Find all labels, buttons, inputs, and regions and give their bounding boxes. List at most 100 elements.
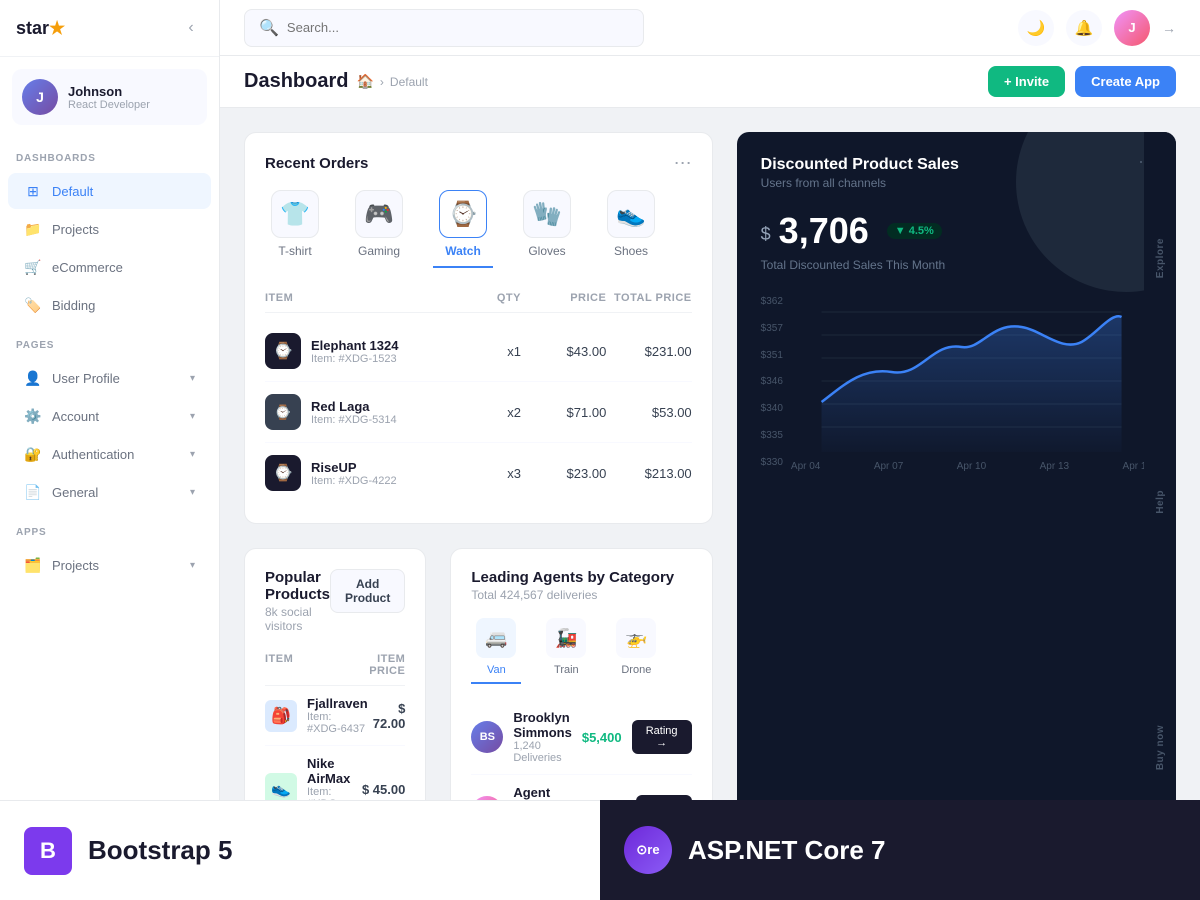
y-label: $346 bbox=[761, 376, 783, 387]
card-menu-icon[interactable]: ⋯ bbox=[674, 153, 692, 174]
folder-icon: 📁 bbox=[24, 220, 42, 238]
col-item-price: ITEM PRICE bbox=[359, 653, 406, 677]
sidebar-item-label: Default bbox=[52, 184, 195, 199]
tab-tshirt[interactable]: 👕 T-shirt bbox=[265, 190, 325, 268]
explore-nav-label[interactable]: Explore bbox=[1155, 230, 1166, 286]
page-header: Dashboard 🏠 › Default + Invite Create Ap… bbox=[220, 56, 1200, 108]
stat-row: $ 3,706 ▼ 4.5% bbox=[761, 210, 1152, 252]
invite-button[interactable]: + Invite bbox=[988, 66, 1065, 97]
sidebar-item-apps-projects[interactable]: 🗂️ Projects ▾ bbox=[8, 547, 211, 583]
chevron-down-icon: ▾ bbox=[190, 373, 195, 384]
promo-overlay: B Bootstrap 5 ⊙re ASP.NET Core 7 bbox=[220, 800, 1200, 900]
search-input[interactable] bbox=[287, 20, 629, 35]
section-label-pages: PAGES bbox=[0, 324, 219, 359]
sidebar-item-user-profile[interactable]: 👤 User Profile ▾ bbox=[8, 360, 211, 396]
col-qty: QTY bbox=[436, 292, 521, 304]
tab-gaming-label: Gaming bbox=[358, 244, 400, 258]
agents-header: Leading Agents by Category Total 424,567… bbox=[471, 569, 691, 602]
item-name: RiseUP bbox=[311, 460, 397, 475]
search-icon: 🔍 bbox=[259, 18, 279, 38]
stat-amount: 3,706 bbox=[779, 210, 869, 252]
user-icon: 👤 bbox=[24, 369, 42, 387]
tab-tshirt-label: T-shirt bbox=[278, 244, 311, 258]
table-row: ⌚ Red Laga Item: #XDG-5314 x2 $71.00 $53… bbox=[265, 382, 692, 443]
tab-train[interactable]: 🚂 Train bbox=[541, 618, 591, 684]
sidebar-item-label: Projects bbox=[52, 222, 195, 237]
vertical-nav: Explore Help Buy now bbox=[1144, 132, 1176, 876]
currency-symbol: $ bbox=[761, 224, 771, 245]
item-qty: x3 bbox=[436, 466, 521, 481]
sidebar-item-label: Authentication bbox=[52, 447, 180, 462]
sidebar-item-label: Account bbox=[52, 409, 180, 424]
notification-button[interactable]: 🔔 bbox=[1066, 10, 1102, 46]
watch-icon: ⌚ bbox=[439, 190, 487, 238]
sidebar: star★ ‹ J Johnson React Developer DASHBO… bbox=[0, 0, 220, 900]
chevron-down-icon: ▾ bbox=[190, 560, 195, 571]
logo-star: ★ bbox=[49, 18, 65, 38]
user-name: Johnson bbox=[68, 84, 150, 99]
arrow-icon[interactable]: → bbox=[1162, 20, 1176, 36]
tab-gloves[interactable]: 🧤 Gloves bbox=[517, 190, 577, 268]
x-axis-labels: Apr 04 Apr 07 Apr 10 Apr 13 Apr 18 bbox=[791, 461, 1152, 472]
create-app-button[interactable]: Create App bbox=[1075, 66, 1176, 97]
main-area: 🔍 🌙 🔔 J → Dashboard 🏠 › Default + Invite… bbox=[220, 0, 1200, 900]
item-details: Elephant 1324 Item: #XDG-1523 bbox=[311, 338, 398, 365]
content-area: Recent Orders ⋯ 👕 T-shirt 🎮 Gaming bbox=[220, 108, 1200, 900]
sidebar-item-general[interactable]: 📄 General ▾ bbox=[8, 474, 211, 510]
table-row: ⌚ RiseUP Item: #XDG-4222 x3 $23.00 $213.… bbox=[265, 443, 692, 503]
sidebar-item-account[interactable]: ⚙️ Account ▾ bbox=[8, 398, 211, 434]
product-name: Fjallraven bbox=[307, 696, 368, 711]
tab-train-label: Train bbox=[554, 664, 579, 676]
rating-button[interactable]: Rating → bbox=[632, 720, 692, 754]
item-price: $71.00 bbox=[521, 405, 606, 420]
agent-avatar: BS bbox=[471, 721, 503, 753]
sidebar-user-card: J Johnson React Developer bbox=[12, 69, 207, 125]
agent-deliveries: 1,240 Deliveries bbox=[513, 740, 572, 764]
item-info: ⌚ RiseUP Item: #XDG-4222 bbox=[265, 455, 436, 491]
item-name: Elephant 1324 bbox=[311, 338, 398, 353]
sidebar-item-authentication[interactable]: 🔐 Authentication ▾ bbox=[8, 436, 211, 472]
item-image: ⌚ bbox=[265, 455, 301, 491]
tab-van-label: Van bbox=[487, 664, 506, 676]
grid-icon: ⊞ bbox=[24, 182, 42, 200]
y-label: $330 bbox=[761, 457, 783, 468]
product-info: 🎒 Fjallraven Item: #XDG-6437 bbox=[265, 696, 368, 735]
tag-icon: 🏷️ bbox=[24, 296, 42, 314]
item-details: Red Laga Item: #XDG-5314 bbox=[311, 399, 397, 426]
lock-icon: 🔐 bbox=[24, 445, 42, 463]
x-label: Apr 07 bbox=[874, 461, 903, 472]
tab-van[interactable]: 🚐 Van bbox=[471, 618, 521, 684]
sidebar-item-label: Bidding bbox=[52, 298, 195, 313]
help-nav-label[interactable]: Help bbox=[1155, 482, 1166, 522]
y-label: $335 bbox=[761, 430, 783, 441]
chart-wrapper: $362 $357 $351 $346 $340 $335 $330 bbox=[761, 292, 1152, 472]
item-qty: x2 bbox=[436, 405, 521, 420]
sidebar-item-default[interactable]: ⊞ Default bbox=[8, 173, 211, 209]
sidebar-item-ecommerce[interactable]: 🛒 eCommerce bbox=[8, 249, 211, 285]
tab-drone[interactable]: 🚁 Drone bbox=[611, 618, 661, 684]
tab-gaming[interactable]: 🎮 Gaming bbox=[349, 190, 409, 268]
section-label-dashboards: DASHBOARDS bbox=[0, 137, 219, 172]
product-details: Fjallraven Item: #XDG-6437 bbox=[307, 696, 368, 735]
list-item: 🎒 Fjallraven Item: #XDG-6437 $ 72.00 bbox=[265, 686, 405, 746]
add-product-button[interactable]: Add Product bbox=[330, 569, 405, 613]
gloves-icon: 🧤 bbox=[523, 190, 571, 238]
section-label-apps: APPS bbox=[0, 511, 219, 546]
tab-shoes[interactable]: 👟 Shoes bbox=[601, 190, 661, 268]
buy-now-nav-label[interactable]: Buy now bbox=[1155, 717, 1166, 778]
topbar-user-avatar[interactable]: J bbox=[1114, 10, 1150, 46]
x-label: Apr 04 bbox=[791, 461, 820, 472]
item-total: $231.00 bbox=[606, 344, 691, 359]
content-left: Recent Orders ⋯ 👕 T-shirt 🎮 Gaming bbox=[244, 132, 713, 876]
y-label: $357 bbox=[761, 323, 783, 334]
sidebar-toggle-button[interactable]: ‹ bbox=[179, 16, 203, 40]
y-label: $351 bbox=[761, 350, 783, 361]
theme-toggle-button[interactable]: 🌙 bbox=[1018, 10, 1054, 46]
order-tabs: 👕 T-shirt 🎮 Gaming ⌚ Watch 🧤 Gloves bbox=[265, 190, 692, 268]
tab-watch[interactable]: ⌚ Watch bbox=[433, 190, 493, 268]
sidebar-item-bidding[interactable]: 🏷️ Bidding bbox=[8, 287, 211, 323]
page-actions: + Invite Create App bbox=[988, 66, 1176, 97]
sidebar-item-projects[interactable]: 📁 Projects bbox=[8, 211, 211, 247]
search-box[interactable]: 🔍 bbox=[244, 9, 644, 47]
chevron-down-icon: ▾ bbox=[190, 411, 195, 422]
